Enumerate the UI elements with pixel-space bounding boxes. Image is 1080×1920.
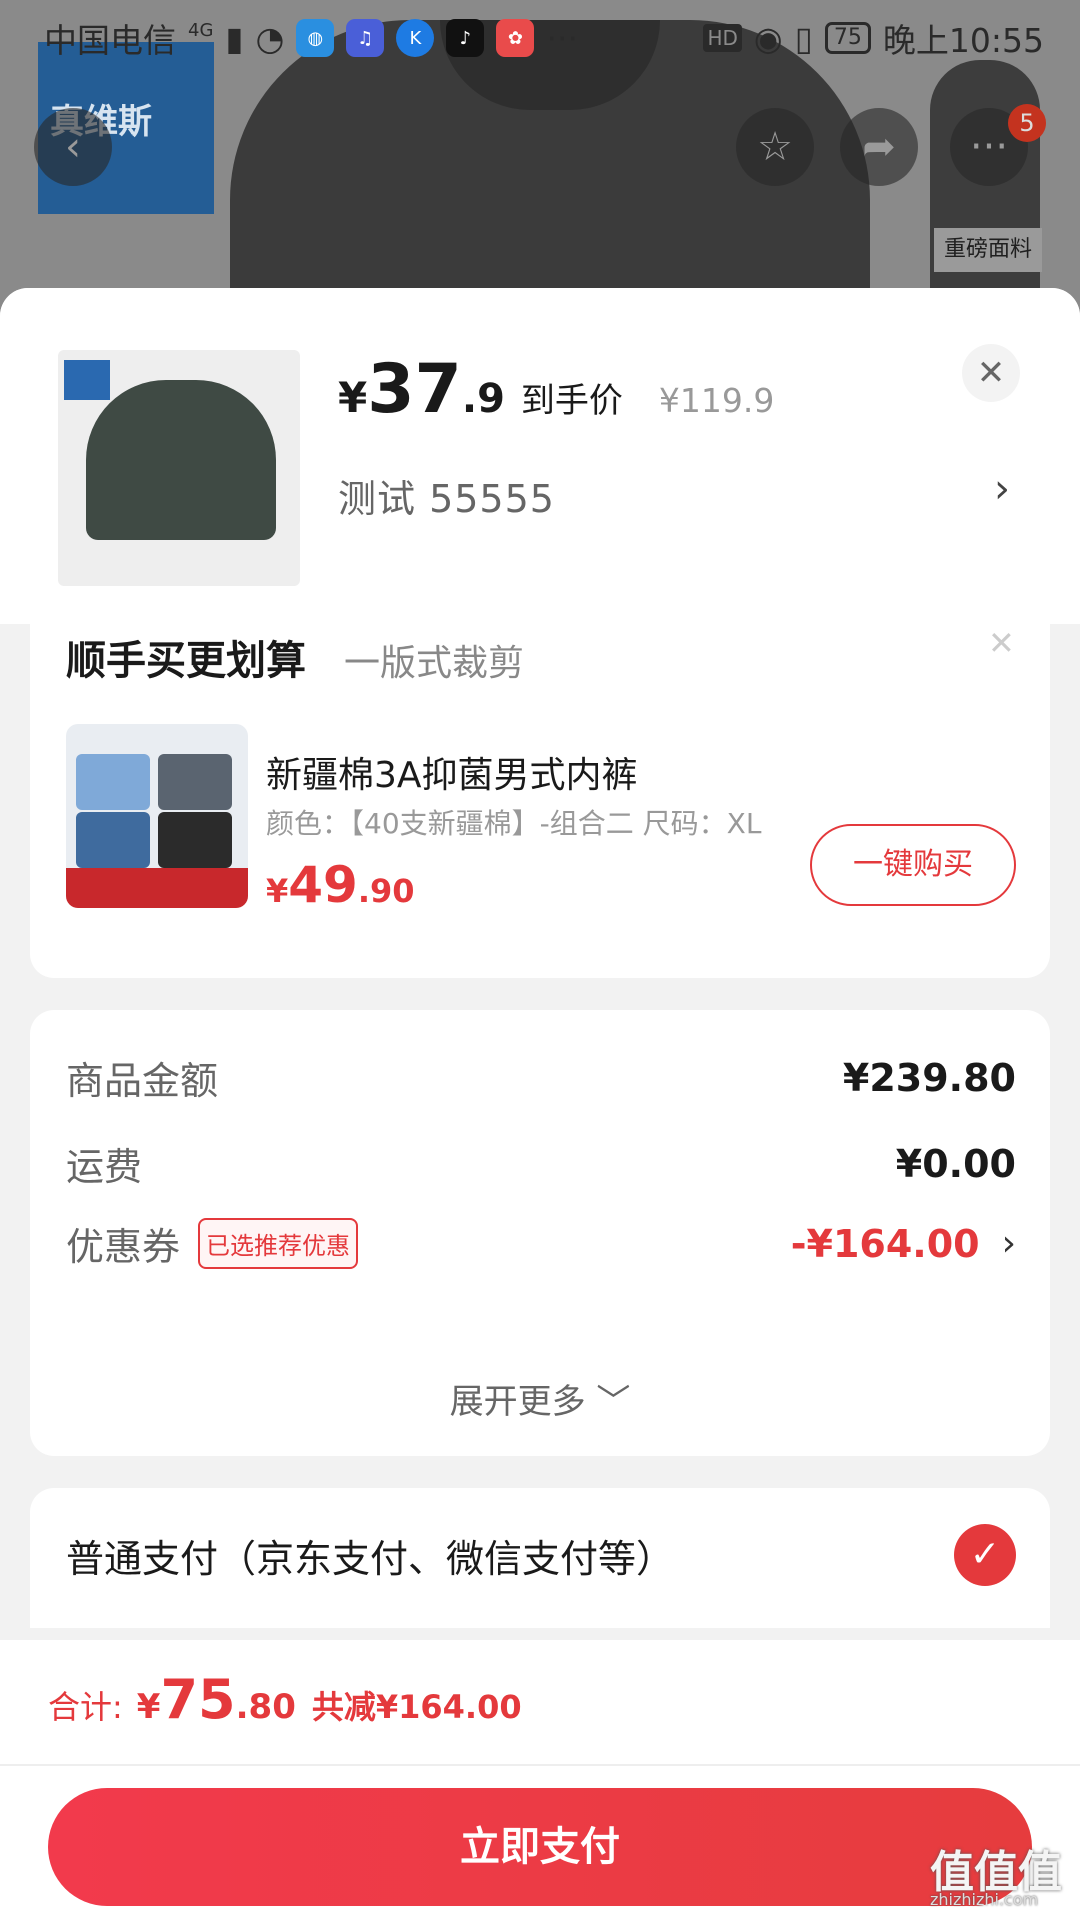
pack-blue (76, 754, 150, 810)
final-price-label: 到手价 (520, 381, 623, 421)
clock: 晚上10:55 (882, 21, 1044, 60)
total-integer: 75 (160, 1668, 236, 1731)
app-icon-k: K (396, 19, 435, 57)
pack-grey (158, 754, 232, 810)
payment-method-label: 普通支付（京东支付、微信支付等） (66, 1537, 675, 1581)
image-promo-strip (66, 868, 248, 908)
app-icon-tiktok: ♪ (446, 19, 485, 57)
expand-more-button[interactable]: 展开更多 ﹀ (30, 1374, 1050, 1423)
price-decimal: .9 (461, 376, 505, 422)
watermark-domain: zhizhizhi.com (930, 1890, 1039, 1909)
back-button[interactable]: ‹ (34, 108, 112, 186)
upsell-title: 顺手买更划算 (66, 638, 306, 684)
app-icon-music: ♫ (346, 19, 385, 57)
star-icon: ☆ (757, 124, 793, 170)
close-button[interactable]: ✕ (962, 344, 1020, 402)
payment-method-card[interactable]: 普通支付（京东支付、微信支付等） ✓ (30, 1488, 1050, 1628)
share-icon: ➦ (862, 124, 896, 170)
total-decimal: .80 (235, 1687, 296, 1727)
coupon-value-group: -¥164.00 › (791, 1222, 1016, 1266)
more-dots-icon: ··· (969, 124, 1009, 170)
upsell-item-name[interactable]: 新疆棉3A抑菌男式内裤 (266, 746, 638, 798)
pack-black (158, 812, 232, 868)
upsell-item-image[interactable] (66, 724, 248, 908)
upsell-price: ¥ 49 .90 (266, 856, 415, 914)
carrier-name: 中国电信 (44, 21, 176, 60)
favorite-button[interactable]: ☆ (736, 108, 814, 186)
shipping-value: ¥0.00 (895, 1141, 1016, 1186)
shipping-row: 运费 ¥0.00 (66, 1136, 1016, 1191)
original-price: ¥119.9 (658, 381, 775, 420)
chevron-right-icon[interactable]: › (994, 466, 1010, 512)
selected-spec[interactable]: 测试 55555 (338, 468, 555, 523)
wifi-icon: ◔ (255, 18, 285, 58)
battery-indicator: 75 (824, 22, 871, 54)
coupon-value: -¥164.00 (790, 1221, 980, 1266)
total-symbol: ¥ (136, 1687, 161, 1727)
check-icon[interactable]: ✓ (954, 1524, 1016, 1586)
recommended-coupon-tag: 已选推荐优惠 (198, 1218, 359, 1269)
message-badge: 5 (1008, 104, 1046, 142)
status-bar: 中国电信 4G ▮ ◔ ◍ ♫ K ♪ ✿ ··· HD ◉ ▯ 75 晚上10… (0, 0, 1080, 76)
fabric-tag (930, 60, 1040, 320)
coupon-label: 优惠券 (66, 1225, 181, 1269)
goods-amount-value: ¥239.80 (842, 1055, 1016, 1100)
upsell-price-symbol: ¥ (266, 872, 289, 910)
total-label: 合计: (48, 1688, 123, 1726)
upsell-card: 顺手买更划算 一版式裁剪 ✕ 新疆棉3A抑菌男式内裤 颜色：【40支新疆棉】-组… (30, 624, 1050, 978)
more-notifications: ··· (546, 18, 578, 58)
upsell-subtitle: 一版式裁剪 (344, 643, 525, 684)
close-icon[interactable]: ✕ (988, 624, 1015, 662)
divider (0, 1764, 1080, 1766)
pay-now-button[interactable]: 立即支付 (48, 1788, 1032, 1906)
order-summary-card: 商品金额 ¥239.80 运费 ¥0.00 优惠券 已选推荐优惠 -¥164.0… (30, 1010, 1050, 1456)
product-header: ¥ 37 .9 到手价 ¥119.9 ✕ 测试 55555 › (0, 288, 1080, 624)
goods-amount-label: 商品金额 (66, 1059, 219, 1103)
share-button[interactable]: ➦ (840, 108, 918, 186)
sweatshirt-image (86, 380, 276, 540)
price-integer: 37 (367, 350, 462, 429)
vibrate-icon: ▯ (794, 18, 813, 58)
network-type: 4G (188, 19, 214, 41)
checkout-sheet: ¥ 37 .9 到手价 ¥119.9 ✕ 测试 55555 › 顺手买更划算 一… (0, 288, 1080, 1920)
coupon-row[interactable]: 优惠券 已选推荐优惠 -¥164.00 › (66, 1216, 1016, 1271)
signal-icon: ▮ (225, 18, 244, 58)
total-saved: 共减¥164.00 (311, 1688, 522, 1726)
upsell-item-spec: 颜色：【40支新疆棉】-组合二 尺码：XL (266, 807, 762, 840)
checkout-footer: 合计: ¥ 75 .80 共减¥164.00 立即支付 (0, 1640, 1080, 1920)
product-thumbnail (58, 350, 300, 586)
price-symbol: ¥ (338, 373, 368, 422)
pack-navy (76, 812, 150, 868)
chevron-right-icon: › (1001, 1223, 1016, 1264)
total-row: 合计: ¥ 75 .80 共减¥164.00 (48, 1668, 522, 1731)
hd-icon: HD (703, 24, 742, 52)
coupon-label-group: 优惠券 已选推荐优惠 (66, 1216, 359, 1271)
price-row: ¥ 37 .9 到手价 ¥119.9 (338, 350, 774, 429)
fabric-tag-label: 重磅面料 (934, 228, 1042, 272)
shipping-label: 运费 (66, 1145, 143, 1189)
goods-amount-row: 商品金额 ¥239.80 (66, 1050, 1016, 1105)
upsell-price-integer: 49 (288, 856, 358, 914)
brand-badge (64, 360, 110, 400)
chevron-left-icon: ‹ (65, 124, 81, 170)
upsell-price-decimal: .90 (357, 872, 415, 910)
one-click-buy-button[interactable]: 一键购买 (810, 824, 1016, 906)
app-icon-browser: ◍ (296, 19, 335, 57)
close-icon: ✕ (976, 353, 1006, 393)
app-icon-huawei: ✿ (496, 19, 535, 57)
eye-icon: ◉ (753, 18, 783, 58)
